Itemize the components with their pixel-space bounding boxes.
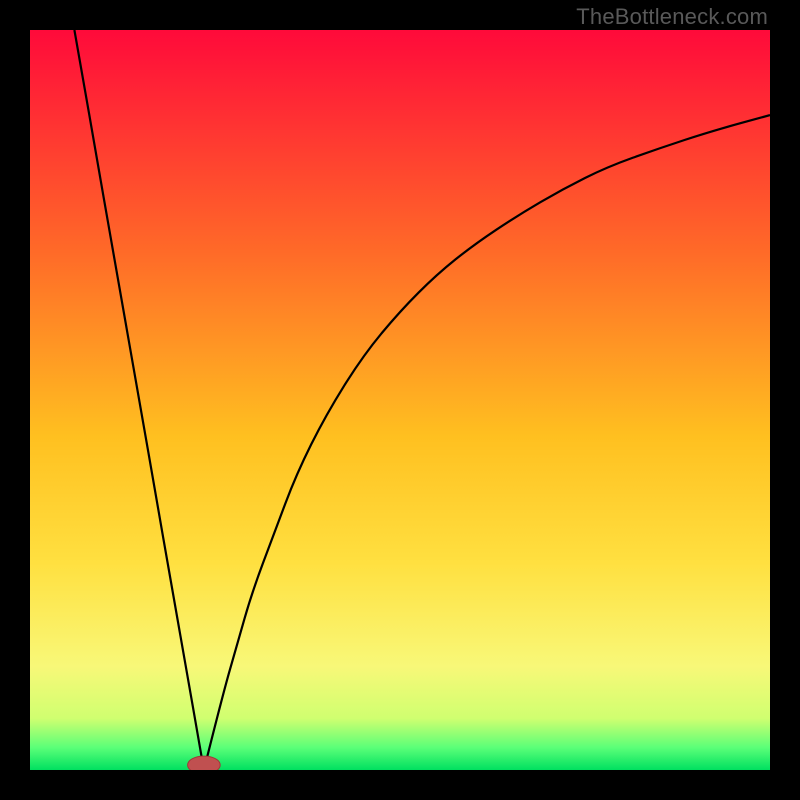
watermark-text: TheBottleneck.com <box>576 4 768 30</box>
gradient-background <box>30 30 770 770</box>
chart-frame <box>30 30 770 770</box>
minimum-marker <box>188 756 221 770</box>
bottleneck-chart <box>30 30 770 770</box>
